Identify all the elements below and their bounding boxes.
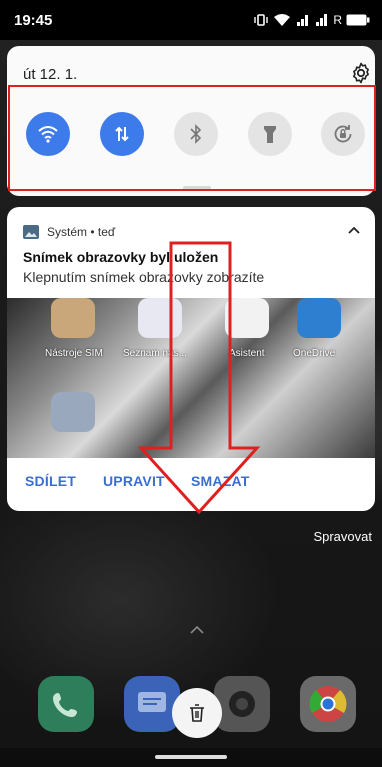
- chrome-app-icon[interactable]: [300, 676, 356, 732]
- phone-icon: [53, 693, 77, 717]
- delete-button[interactable]: SMAZAT: [191, 473, 250, 489]
- message-icon: [138, 692, 166, 712]
- data-transfer-icon: [115, 126, 129, 142]
- messages-app-icon[interactable]: [124, 676, 180, 732]
- qs-tile-bluetooth[interactable]: [174, 112, 218, 156]
- vibrate-icon: [254, 14, 269, 26]
- preview-label: Asistent: [229, 348, 265, 359]
- chevron-up-icon[interactable]: [345, 222, 363, 240]
- preview-label: OneDrive: [293, 348, 336, 359]
- edit-button[interactable]: UPRAVIT: [103, 473, 165, 489]
- preview-folder-icon: [51, 392, 95, 432]
- preview-label: Seznam nás...: [123, 348, 187, 359]
- preview-app-icon: [225, 298, 269, 338]
- notification-text: Klepnutím snímek obrazovky zobrazíte: [23, 269, 265, 285]
- qs-tile-flashlight[interactable]: [248, 112, 292, 156]
- screenshot-notification[interactable]: Systém • teď Snímek obrazovky byl uložen…: [7, 207, 375, 511]
- status-bar: 19:45 R: [0, 0, 382, 40]
- chrome-icon: [309, 686, 347, 722]
- preview-app-icon: [138, 298, 182, 338]
- wifi-icon: [38, 126, 58, 143]
- qs-date: út 12. 1.: [23, 66, 78, 83]
- signal-icon: [316, 14, 328, 26]
- manage-notifications-button[interactable]: Spravovat: [313, 529, 372, 544]
- r-roaming-icon: R: [333, 13, 342, 27]
- home-gesture-pill[interactable]: [155, 755, 227, 759]
- phone-app-icon[interactable]: [38, 676, 94, 732]
- qs-tile-auto-rotate[interactable]: [321, 112, 365, 156]
- preview-app-icon: [297, 298, 341, 338]
- screenshot-preview[interactable]: Nástroje SIM Seznam nás... Asistent OneD…: [7, 298, 375, 458]
- camera-icon: [229, 691, 255, 717]
- clock: 19:45: [14, 11, 53, 29]
- notification-title: Snímek obrazovky byl uložen: [23, 249, 219, 265]
- qs-tile-mobile-data[interactable]: [100, 112, 144, 156]
- qs-tile-wifi[interactable]: [26, 112, 70, 156]
- chevron-up-icon[interactable]: [189, 625, 205, 635]
- signal-4g-icon: [297, 15, 309, 26]
- notification-header: Systém • teď: [23, 225, 115, 239]
- image-icon: [23, 225, 39, 239]
- dismiss-trash-button[interactable]: [172, 688, 222, 738]
- bluetooth-icon: [190, 124, 202, 144]
- notification-actions: SDÍLET UPRAVIT SMAZAT: [7, 473, 375, 503]
- battery-icon: [346, 14, 370, 26]
- wifi-icon: [274, 14, 291, 26]
- rotate-lock-icon: [334, 125, 352, 143]
- flashlight-icon: [264, 126, 276, 143]
- preview-app-icon: [51, 298, 95, 338]
- share-button[interactable]: SDÍLET: [25, 473, 76, 489]
- status-icons: R: [253, 13, 370, 27]
- settings-gear-icon[interactable]: [349, 61, 373, 85]
- qs-drag-handle[interactable]: [183, 186, 211, 190]
- notification-app-label: Systém • teď: [47, 225, 116, 239]
- trash-icon: [190, 704, 204, 722]
- preview-label: Nástroje SIM: [45, 348, 103, 359]
- camera-app-icon[interactable]: [214, 676, 270, 732]
- navigation-bar: [0, 748, 382, 767]
